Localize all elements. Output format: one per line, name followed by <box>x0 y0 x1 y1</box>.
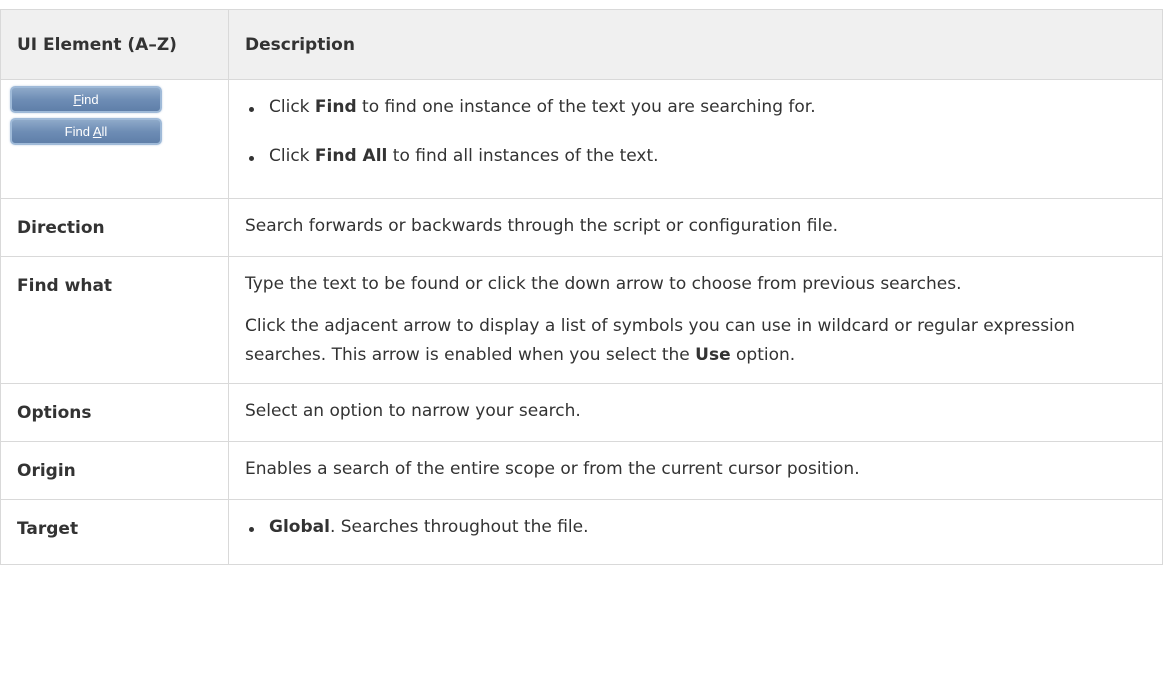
find-all-button: Find All <box>10 118 162 145</box>
element-options: Options <box>0 383 229 442</box>
bullet-find-all: Click Find All to find all instances of … <box>245 142 1146 171</box>
description-target: Global. Searches throughout the file. <box>228 499 1163 565</box>
description-origin: Enables a search of the entire scope or … <box>228 441 1163 500</box>
buttons-bullet-list: Click Find to find one instance of the t… <box>245 93 1146 171</box>
table-row-buttons: Find Find All Click Find to find one ins… <box>0 79 1163 199</box>
element-find-what: Find what <box>0 256 229 384</box>
header-ui-element: UI Element (A–Z) <box>0 9 229 80</box>
description-direction: Search forwards or backwards through the… <box>228 198 1163 257</box>
element-origin: Origin <box>0 441 229 500</box>
element-target: Target <box>0 499 229 565</box>
table-row-target: Target Global. Searches throughout the f… <box>0 499 1163 565</box>
ui-elements-table: UI Element (A–Z) Description Find Find A… <box>0 9 1163 565</box>
description-find-what: Type the text to be found or click the d… <box>228 256 1163 384</box>
header-row: UI Element (A–Z) Description <box>0 9 1163 80</box>
find-what-paragraph-1: Type the text to be found or click the d… <box>245 274 962 294</box>
buttons-description: Click Find to find one instance of the t… <box>228 79 1163 199</box>
find-all-accelerator: A <box>92 124 102 139</box>
table-row-origin: Origin Enables a search of the entire sc… <box>0 441 1163 500</box>
description-options: Select an option to narrow your search. <box>228 383 1163 442</box>
table-row-find-what: Find what Type the text to be found or c… <box>0 256 1163 384</box>
find-what-paragraph-2: Click the adjacent arrow to display a li… <box>245 316 1075 365</box>
buttons-image-cell: Find Find All <box>0 79 229 199</box>
bullet-global: Global. Searches throughout the file. <box>245 513 1146 542</box>
find-button: Find <box>10 86 162 113</box>
bullet-find: Click Find to find one instance of the t… <box>245 93 1146 122</box>
table-row-direction: Direction Search forwards or backwards t… <box>0 198 1163 257</box>
element-direction: Direction <box>0 198 229 257</box>
target-bullet-list: Global. Searches throughout the file. <box>245 513 1146 542</box>
table-row-options: Options Select an option to narrow your … <box>0 383 1163 442</box>
header-description: Description <box>228 9 1163 80</box>
